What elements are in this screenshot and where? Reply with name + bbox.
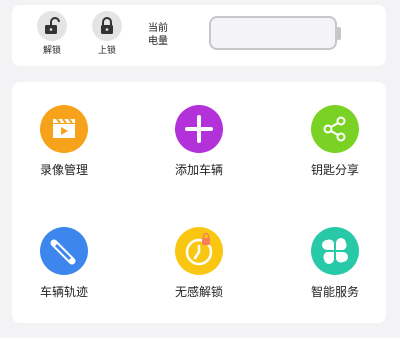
battery-indicator <box>209 16 337 50</box>
unlock-icon <box>37 11 67 41</box>
unlock-button[interactable]: 解锁 <box>32 11 72 56</box>
lock-button[interactable]: 上锁 <box>87 11 127 56</box>
unlock-label: 解锁 <box>42 46 61 56</box>
feature-label: 无感解锁 <box>174 285 223 299</box>
route-icon <box>40 227 88 275</box>
proximity-unlock-icon <box>175 227 223 275</box>
feature-label: 智能服务 <box>310 285 359 299</box>
feature-grid: 录像管理 添加车辆 钥匙分享 车辆轨迹 无感解锁 智能服务 <box>12 82 386 323</box>
grid-petals-icon <box>311 227 359 275</box>
feature-label: 添加车辆 <box>174 163 223 177</box>
lock-icon <box>92 11 122 41</box>
lock-label: 上锁 <box>97 46 116 56</box>
plus-icon <box>175 105 223 153</box>
feature-video-management[interactable]: 录像管理 <box>14 105 114 178</box>
feature-add-vehicle[interactable]: 添加车辆 <box>149 105 249 178</box>
feature-key-share[interactable]: 钥匙分享 <box>285 105 385 178</box>
battery-label-line2: 电量 <box>148 36 168 47</box>
feature-vehicle-track[interactable]: 车辆轨迹 <box>14 227 114 300</box>
feature-label: 钥匙分享 <box>310 163 359 177</box>
battery-label: 当前 电量 <box>148 22 168 48</box>
feature-smart-service[interactable]: 智能服务 <box>285 227 385 300</box>
share-icon <box>311 105 359 153</box>
feature-label: 录像管理 <box>39 163 88 177</box>
battery-cap <box>337 27 341 40</box>
battery-label-line1: 当前 <box>148 23 168 34</box>
feature-label: 车辆轨迹 <box>39 285 88 299</box>
video-clapper-icon <box>40 105 88 153</box>
feature-proximity-unlock[interactable]: 无感解锁 <box>149 227 249 300</box>
